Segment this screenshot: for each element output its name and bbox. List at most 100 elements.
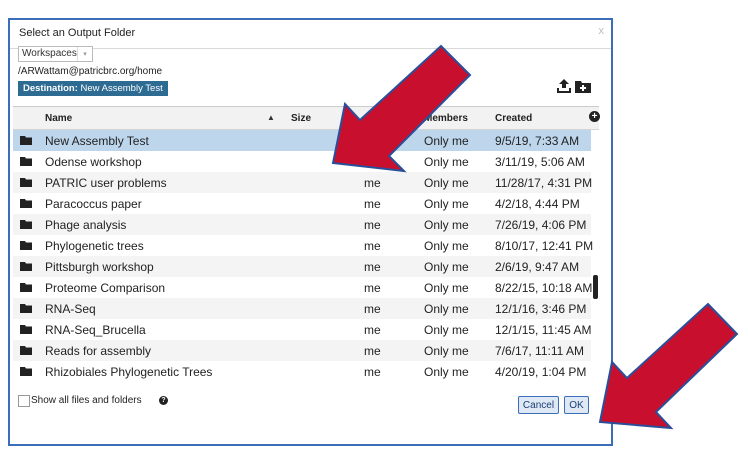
destination-label: Destination: — [23, 83, 78, 94]
row-created: 8/10/17, 12:41 PM — [495, 239, 594, 253]
row-owner: me — [364, 260, 381, 274]
folder-icon — [20, 304, 32, 313]
chevron-down-icon[interactable]: ▾ — [77, 47, 92, 61]
sort-ascending-icon[interactable]: ▲ — [267, 113, 275, 122]
upload-icon[interactable] — [557, 79, 571, 93]
row-name: Phylogenetic trees — [45, 239, 144, 253]
row-name: Odense workshop — [45, 155, 142, 169]
grid-header: Name ▲ Size Owner Members Created + — [13, 107, 600, 130]
row-owner: me — [364, 302, 381, 316]
table-row[interactable]: PATRIC user problems me Only me 11/28/17… — [13, 172, 593, 193]
row-members: Only me — [424, 197, 469, 211]
row-created: 12/1/16, 3:46 PM — [495, 302, 587, 316]
row-members: Only me — [424, 365, 469, 379]
column-header-size[interactable]: Size — [291, 113, 311, 124]
row-name: Reads for assembly — [45, 344, 152, 358]
row-created: 12/1/15, 11:45 AM — [495, 323, 592, 337]
table-row[interactable]: RNA-Seq_Brucella me Only me 12/1/15, 11:… — [13, 319, 592, 340]
show-all-checkbox[interactable] — [18, 395, 30, 407]
dialog-titlebar: Select an Output Folder x — [10, 20, 611, 49]
row-owner: me — [364, 197, 381, 211]
row-created: 9/5/19, 7:33 AM — [495, 134, 580, 148]
column-header-created[interactable]: Created — [495, 113, 532, 124]
row-members: Only me — [424, 218, 469, 232]
row-name: PATRIC user problems — [45, 176, 167, 190]
table-row[interactable]: New Assembly Test me Only me 9/5/19, 7:3… — [13, 130, 591, 151]
close-icon[interactable]: x — [599, 25, 605, 37]
table-row[interactable]: Phage analysis me Only me 7/26/19, 4:06 … — [13, 214, 591, 235]
row-owner: me — [364, 239, 381, 253]
show-all-label: Show all files and folders — [31, 395, 142, 406]
folder-icon — [20, 178, 32, 187]
row-owner: me — [364, 218, 381, 232]
row-members: Only me — [424, 134, 469, 148]
ok-button[interactable]: OK — [564, 396, 589, 414]
row-created: 7/6/17, 11:11 AM — [495, 344, 584, 358]
add-column-icon[interactable]: + — [589, 111, 600, 122]
row-members: Only me — [424, 281, 469, 295]
grid-scrollbar[interactable] — [593, 130, 599, 387]
folder-icon — [20, 220, 32, 229]
folder-icon — [20, 199, 32, 208]
row-name: RNA-Seq_Brucella — [45, 323, 146, 337]
row-name: Pittsburgh workshop — [45, 260, 154, 274]
row-members: Only me — [424, 239, 469, 253]
row-name: New Assembly Test — [45, 134, 149, 148]
row-created: 3/11/19, 5:06 AM — [495, 155, 585, 169]
folder-icon — [20, 283, 32, 292]
table-row[interactable]: Phylogenetic trees me Only me 8/10/17, 1… — [13, 235, 594, 256]
row-members: Only me — [424, 155, 469, 169]
row-created: 11/28/17, 4:31 PM — [495, 176, 593, 190]
row-members: Only me — [424, 260, 469, 274]
row-created: 7/26/19, 4:06 PM — [495, 218, 587, 232]
row-members: Only me — [424, 323, 469, 337]
folder-icon — [20, 346, 32, 355]
folder-icon — [20, 325, 32, 334]
row-created: 4/2/18, 4:44 PM — [495, 197, 580, 211]
table-row[interactable]: Pittsburgh workshop me Only me 2/6/19, 9… — [13, 256, 591, 277]
row-owner: me — [364, 323, 381, 337]
scrollbar-thumb[interactable] — [593, 275, 598, 299]
row-created: 2/6/19, 9:47 AM — [495, 260, 580, 274]
dialog-title: Select an Output Folder — [19, 27, 136, 39]
table-row[interactable]: Odense workshop me Only me 3/11/19, 5:06… — [13, 151, 591, 172]
table-row[interactable]: Rhizobiales Phylogenetic Trees me Only m… — [13, 361, 591, 382]
row-owner: me — [364, 155, 381, 169]
row-name: Paracoccus paper — [45, 197, 142, 211]
destination-value: New Assembly Test — [80, 83, 163, 94]
row-owner: me — [364, 344, 381, 358]
grid-rows: New Assembly Test me Only me 9/5/19, 7:3… — [13, 130, 594, 382]
row-owner: me — [364, 281, 381, 295]
column-header-name[interactable]: Name — [45, 113, 72, 124]
folder-icon — [20, 367, 32, 376]
table-row[interactable]: Paracoccus paper me Only me 4/2/18, 4:44… — [13, 193, 591, 214]
new-folder-icon[interactable] — [575, 80, 591, 93]
folder-grid: Name ▲ Size Owner Members Created + New … — [13, 106, 600, 387]
workspace-select-value: Workspaces — [22, 48, 77, 59]
table-row[interactable]: Reads for assembly me Only me 7/6/17, 11… — [13, 340, 591, 361]
row-owner: me — [364, 134, 381, 148]
row-members: Only me — [424, 302, 469, 316]
row-name: Phage analysis — [45, 218, 127, 232]
row-members: Only me — [424, 176, 469, 190]
current-path: /ARWattam@patricbrc.org/home — [18, 66, 163, 77]
column-header-owner[interactable]: Owner — [364, 113, 395, 124]
folder-icon — [20, 157, 32, 166]
annotation-arrow-ok-icon — [598, 302, 739, 430]
cancel-button[interactable]: Cancel — [518, 396, 559, 414]
row-created: 4/20/19, 1:04 PM — [495, 365, 587, 379]
row-name: Rhizobiales Phylogenetic Trees — [45, 365, 213, 379]
destination-badge: Destination: New Assembly Test — [18, 81, 168, 96]
row-owner: me — [364, 176, 381, 190]
row-created: 8/22/15, 10:18 AM — [495, 281, 593, 295]
row-members: Only me — [424, 344, 469, 358]
row-name: RNA-Seq — [45, 302, 96, 316]
column-header-members[interactable]: Members — [424, 113, 468, 124]
table-row[interactable]: RNA-Seq me Only me 12/1/16, 3:46 PM — [13, 298, 591, 319]
help-icon[interactable]: ? — [159, 396, 168, 405]
row-owner: me — [364, 365, 381, 379]
folder-icon — [20, 136, 32, 145]
row-name: Proteome Comparison — [45, 281, 166, 295]
table-row[interactable]: Proteome Comparison me Only me 8/22/15, … — [13, 277, 593, 298]
workspace-select[interactable]: Workspaces ▾ — [18, 46, 93, 62]
